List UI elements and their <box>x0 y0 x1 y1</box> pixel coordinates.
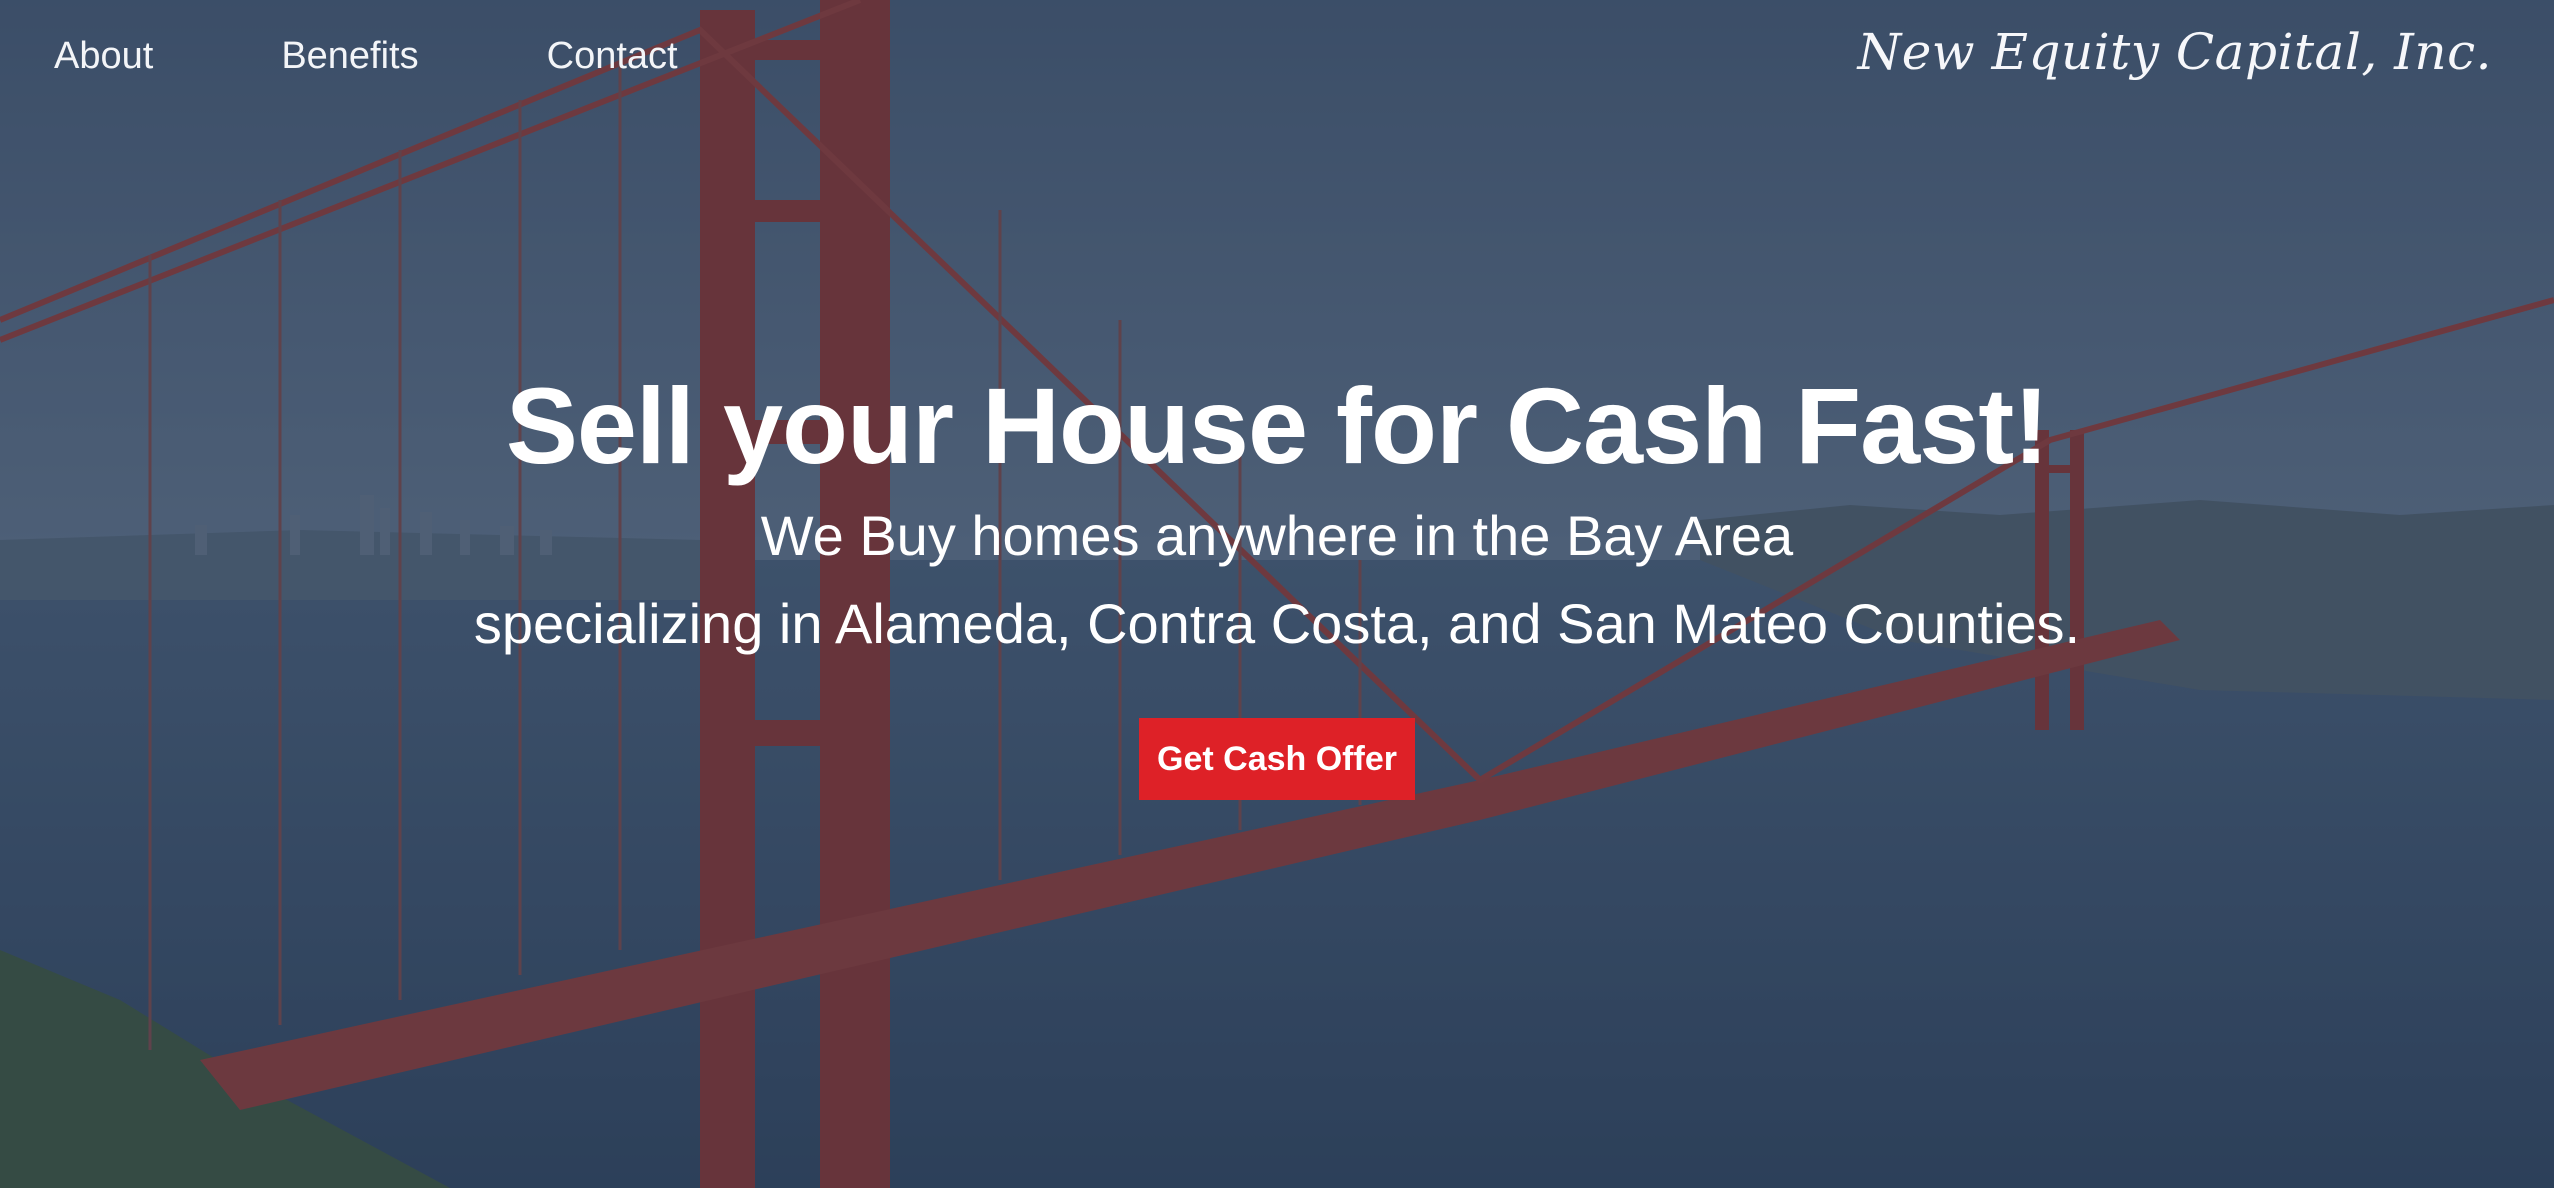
nav-link-about[interactable]: About <box>54 28 153 84</box>
hero-subtitle-line1: We Buy homes anywhere in the Bay Area <box>760 504 1794 567</box>
nav-link-contact[interactable]: Contact <box>547 28 678 84</box>
nav-link-benefits[interactable]: Benefits <box>281 28 418 84</box>
brand-logo[interactable]: New Equity Capital, Inc. <box>1857 16 2492 88</box>
hero-subtitle-line2: specializing in Alameda, Contra Costa, a… <box>473 592 2081 655</box>
hero-title: Sell your House for Cash Fast! <box>505 365 2049 486</box>
top-nav: About Benefits Contact <box>54 28 806 84</box>
hero-section: Sell your House for Cash Fast! We Buy ho… <box>0 360 2554 800</box>
get-cash-offer-button[interactable]: Get Cash Offer <box>1139 718 1415 800</box>
